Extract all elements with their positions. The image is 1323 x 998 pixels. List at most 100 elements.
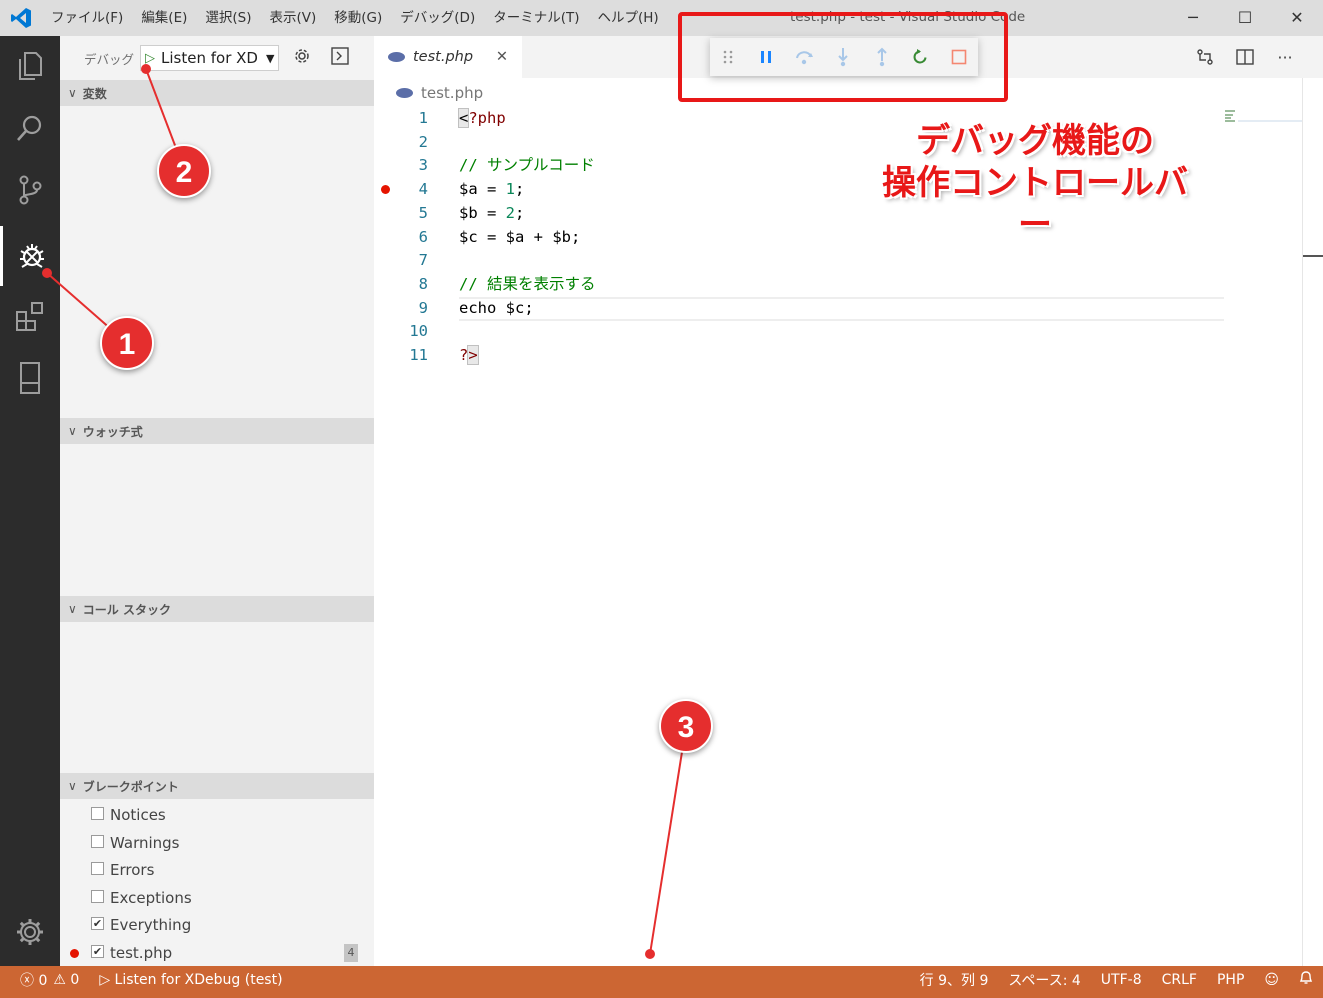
code-text: $b = 2;	[459, 203, 525, 222]
breakpoint-item[interactable]: Warnings	[60, 830, 374, 856]
minimap-border	[1302, 78, 1303, 966]
warnings-status[interactable]: ⚠ 0	[53, 972, 79, 988]
language-mode[interactable]: PHP	[1207, 972, 1254, 988]
debug-icon[interactable]	[0, 226, 60, 286]
menu-edit[interactable]: 編集(E)	[132, 0, 196, 36]
line-ending[interactable]: CRLF	[1152, 972, 1207, 988]
split-editor-icon[interactable]	[1225, 48, 1265, 66]
editor-actions: ···	[1185, 36, 1305, 78]
tab-test-php[interactable]: test.php ✕	[374, 36, 522, 78]
menu-go[interactable]: 移動(G)	[325, 0, 391, 36]
minimap[interactable]	[1224, 109, 1302, 123]
breadcrumb[interactable]: test.php	[374, 78, 483, 108]
breakpoint-checkbox[interactable]	[91, 834, 104, 848]
breakpoint-checkbox[interactable]	[91, 807, 104, 820]
breakpoint-item[interactable]: Exceptions	[60, 885, 374, 911]
breakpoint-item[interactable]: ✔ Everything	[60, 912, 374, 938]
code-text: <?php	[457, 108, 506, 128]
line-number: 4	[418, 180, 428, 199]
section-title: ブレークポイント	[82, 779, 179, 794]
title-bar: ファイル(F) 編集(E) 選択(S) 表示(V) 移動(G) デバッグ(D) …	[0, 0, 1323, 36]
menu-debug[interactable]: デバッグ(D)	[391, 0, 484, 36]
debug-session-label: Listen for XDebug (test)	[114, 971, 283, 988]
start-debug-icon[interactable]: ▷	[145, 51, 155, 66]
watch-section-header[interactable]: ∨ ウォッチ式	[60, 418, 374, 444]
line-number: 8	[418, 274, 428, 293]
code-text: // 結果を表示する	[459, 274, 596, 293]
menu-selection[interactable]: 選択(S)	[196, 0, 260, 36]
warning-icon: ⚠	[53, 971, 66, 988]
annotation-highlight-box	[678, 12, 1008, 102]
play-icon: ▷	[99, 971, 111, 988]
callstack-section-header[interactable]: ∨ コール スタック	[60, 596, 374, 622]
variables-section-header[interactable]: ∨ 変数	[60, 80, 374, 106]
code-line[interactable]: 7	[374, 248, 1304, 272]
menu-file[interactable]: ファイル(F)	[42, 0, 132, 36]
breakpoint-checkbox[interactable]	[91, 862, 104, 875]
breakpoint-checkbox[interactable]: ✔	[91, 944, 104, 958]
php-file-icon	[396, 88, 413, 98]
breadcrumb-file[interactable]: test.php	[421, 84, 483, 102]
breakpoint-item[interactable]: Notices	[60, 802, 374, 828]
status-right: 行 9、列 9 スペース: 4 UTF-8 CRLF PHP ☺	[910, 966, 1323, 993]
menu-bar: ファイル(F) 編集(E) 選択(S) 表示(V) 移動(G) デバッグ(D) …	[42, 0, 668, 36]
annotation-callout: デバッグ機能の 操作コントロールバー	[880, 120, 1190, 246]
code-text: ?>	[459, 345, 479, 365]
window-controls: ─ ☐ ✕	[1167, 0, 1323, 34]
code-line[interactable]: 11 ?>	[374, 343, 1304, 367]
errors-status[interactable]: ⓧ 0	[20, 970, 47, 990]
tab-label: test.php	[413, 49, 474, 65]
breakpoint-item[interactable]: ✔ test.php 4	[60, 940, 374, 966]
debug-header: デバッグ ▷ Listen for XD ▼	[60, 36, 374, 80]
breakpoint-line-badge: 4	[344, 943, 358, 962]
open-changes-icon[interactable]	[1185, 48, 1225, 66]
minimize-button[interactable]: ─	[1167, 0, 1219, 34]
line-number: 1	[418, 109, 428, 127]
more-actions-icon[interactable]: ···	[1265, 48, 1305, 67]
maximize-button[interactable]: ☐	[1219, 0, 1271, 34]
error-icon: ⓧ	[20, 972, 34, 989]
explorer-icon[interactable]	[0, 36, 60, 96]
debug-settings-icon[interactable]	[293, 47, 311, 69]
notifications-icon[interactable]	[1289, 970, 1323, 989]
line-number: 10	[409, 322, 428, 341]
extensions-icon[interactable]	[0, 286, 60, 346]
code-line[interactable]: 10	[374, 319, 1304, 343]
breakpoints-section-header[interactable]: ∨ ブレークポイント	[60, 773, 374, 799]
line-number: 3	[418, 156, 428, 175]
code-text: echo $c;	[459, 298, 534, 317]
code-line[interactable]: 9 echo $c;	[374, 296, 1304, 320]
source-control-icon[interactable]	[0, 160, 60, 220]
breakpoint-checkbox[interactable]: ✔	[91, 917, 104, 930]
gear-icon[interactable]	[0, 902, 60, 962]
debug-config-select[interactable]: ▷ Listen for XD ▼	[140, 45, 280, 71]
indentation[interactable]: スペース: 4	[998, 970, 1090, 990]
breakpoint-dot-icon[interactable]	[381, 185, 390, 195]
breakpoint-checkbox[interactable]	[91, 889, 104, 903]
encoding[interactable]: UTF-8	[1091, 972, 1152, 988]
chevron-down-icon: ∨	[68, 602, 77, 616]
menu-help[interactable]: ヘルプ(H)	[589, 0, 668, 36]
line-number: 6	[418, 227, 428, 246]
debug-session-status[interactable]: ▷ Listen for XDebug (test)	[99, 972, 282, 988]
search-icon[interactable]	[0, 98, 60, 158]
menu-view[interactable]: 表示(V)	[261, 0, 326, 36]
section-title: コール スタック	[82, 602, 171, 617]
debug-label: デバッグ	[84, 51, 135, 67]
line-number: 9	[418, 298, 428, 317]
code-line[interactable]: 8 // 結果を表示する	[374, 272, 1304, 296]
cursor-position[interactable]: 行 9、列 9	[910, 970, 999, 990]
remote-icon[interactable]	[0, 348, 60, 408]
close-tab-icon[interactable]: ✕	[496, 49, 508, 65]
menu-terminal[interactable]: ターミナル(T)	[484, 0, 588, 36]
breakpoint-item[interactable]: Errors	[60, 857, 374, 883]
annotation-marker-2: 2	[157, 144, 211, 198]
breakpoint-label: Notices	[110, 806, 166, 824]
line-number: 7	[418, 251, 428, 270]
status-bar: ⓧ 0 ⚠ 0 ▷ Listen for XDebug (test) 行 9、列…	[0, 966, 1323, 993]
warning-count: 0	[70, 971, 80, 988]
feedback-icon[interactable]: ☺	[1254, 972, 1289, 988]
breakpoint-label: Exceptions	[110, 888, 192, 907]
debug-console-icon[interactable]	[331, 47, 350, 69]
close-button[interactable]: ✕	[1271, 0, 1323, 34]
